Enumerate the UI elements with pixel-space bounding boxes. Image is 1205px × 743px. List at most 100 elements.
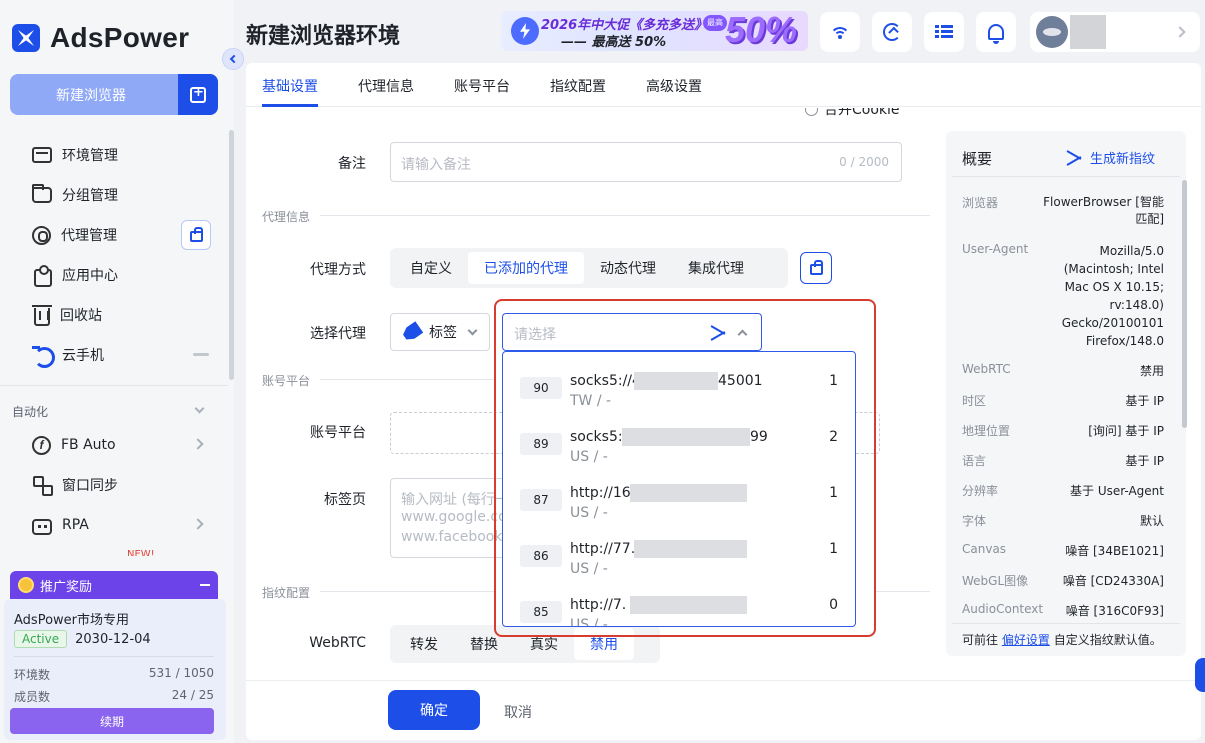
sidebar-item-apps[interactable]: 应用中心 <box>32 260 222 290</box>
card-divider <box>14 656 214 657</box>
proxy-location: TW / - <box>570 393 612 409</box>
promo-header[interactable]: 推广奖励 <box>10 571 218 599</box>
renew-button[interactable]: 续期 <box>10 708 214 734</box>
tab-fingerprint[interactable]: 指纹配置 <box>550 76 606 96</box>
summary-title: 概要 <box>962 150 993 168</box>
startup-tabs-input[interactable]: 输入网址 (每行一 www.google.co www.facebook. <box>390 478 510 558</box>
remark-placeholder: 请输入备注 <box>401 157 471 173</box>
proxy-section-title: 代理信息 <box>262 210 311 224</box>
plan-status-row: Active 2030-12-04 <box>14 630 151 648</box>
proxy-shop-button[interactable] <box>181 220 211 250</box>
chevron-right-icon <box>1174 26 1186 38</box>
proxy-mode-custom[interactable]: 自定义 <box>394 252 468 284</box>
adspower-logo-icon <box>12 24 40 52</box>
lightning-icon <box>511 17 539 45</box>
coin-icon <box>18 577 34 593</box>
sidebar-item-trash[interactable]: 回收站 <box>32 300 222 330</box>
summary-value: 噪音 [34BE1021] <box>1065 544 1164 558</box>
summary-value: FlowerBrowser [智能匹配] <box>1043 195 1164 226</box>
tag-filter-select[interactable]: 标签 <box>390 313 490 351</box>
globe-icon <box>32 225 51 245</box>
task-list-button[interactable] <box>924 12 964 52</box>
webrtc-forward[interactable]: 转发 <box>394 628 454 660</box>
summary-divider <box>952 623 1180 624</box>
promo-banner[interactable]: 2026年中大促《多充多送》 —— 最高送 50% 最高 50% <box>501 11 808 51</box>
robot-icon <box>32 518 52 535</box>
proxy-location: US / - <box>570 561 608 577</box>
page-title: 新建浏览器环境 <box>246 24 401 49</box>
proxy-mode-integrated[interactable]: 集成代理 <box>672 252 760 284</box>
summary-value: [询问] 基于 IP <box>1088 424 1164 438</box>
summary-value: Mozilla/5.0 (Macintosh; Intel Mac OS X 1… <box>1061 244 1164 348</box>
summary-divider <box>952 176 1180 177</box>
collapse-icon[interactable] <box>200 584 210 586</box>
network-button[interactable] <box>820 12 860 52</box>
redacted-mask <box>630 484 747 502</box>
proxy-mode-saved[interactable]: 已添加的代理 <box>468 252 584 284</box>
section-divider <box>876 591 930 592</box>
sync-button[interactable] <box>872 12 912 52</box>
section-divider <box>320 379 496 380</box>
proxy-option[interactable]: 87 http://16 US / - 1 <box>503 484 855 545</box>
sidebar-item-label: FB Auto <box>61 437 116 453</box>
batch-add-button[interactable] <box>178 74 218 115</box>
sidebar-item-window-sync[interactable]: 窗口同步 <box>32 470 222 500</box>
summary-key: WebGL图像 <box>962 574 1029 588</box>
sidebar-item-env[interactable]: 环境管理 <box>32 140 222 170</box>
confirm-button[interactable]: 确定 <box>388 690 480 730</box>
summary-value: 禁用 <box>1139 364 1164 378</box>
proxy-id: 89 <box>520 433 562 455</box>
plan-name: AdsPower市场专用 <box>14 613 129 628</box>
proxy-address: http://7. <box>570 597 627 613</box>
generate-fingerprint-button[interactable]: 生成新指纹 <box>1066 148 1155 167</box>
proxy-address: socks5://4 <box>570 373 641 389</box>
sidebar-item-label: RPA <box>62 517 89 533</box>
list-icon <box>935 25 953 39</box>
remark-char-count: 0 / 2000 <box>839 155 889 169</box>
member-count-value: 24 / 25 <box>171 688 214 702</box>
tab-account-platform[interactable]: 账号平台 <box>454 76 510 96</box>
sidebar-item-label: 回收站 <box>60 308 102 324</box>
sidebar-item-groups[interactable]: 分组管理 <box>32 180 222 210</box>
proxy-address-suffix: 99 <box>750 429 768 445</box>
redacted-mask <box>634 540 747 558</box>
new-browser-button[interactable]: 新建浏览器 <box>10 74 218 115</box>
tab-basic-settings[interactable]: 基础设置 <box>262 76 318 96</box>
tab-advanced[interactable]: 高级设置 <box>646 76 702 96</box>
user-menu[interactable] <box>1030 12 1200 52</box>
facebook-icon: f <box>32 435 51 455</box>
proxy-mode-segmented: 自定义 已添加的代理 动态代理 集成代理 <box>390 248 788 288</box>
remark-input[interactable]: 请输入备注 0 / 2000 <box>390 142 902 182</box>
preferences-link[interactable]: 偏好设置 <box>1002 633 1050 647</box>
proxy-id: 90 <box>520 377 562 399</box>
summary-key: WebRTC <box>962 362 1011 376</box>
startup-tabs-label: 标签页 <box>324 492 366 508</box>
tab-proxy-info[interactable]: 代理信息 <box>358 76 414 96</box>
summary-value: 基于 IP <box>1125 454 1164 468</box>
cloud-phone-icon <box>32 346 55 368</box>
summary-key: 字体 <box>962 514 987 528</box>
refresh-icon <box>883 23 901 41</box>
sidebar-scrollbar[interactable] <box>229 130 234 380</box>
summary-value: 基于 User-Agent <box>1070 484 1164 498</box>
account-platform-label: 账号平台 <box>310 425 366 441</box>
cancel-button[interactable]: 取消 <box>504 702 532 722</box>
expiry-date: 2030-12-04 <box>75 631 151 647</box>
collapse-sidebar-button[interactable] <box>222 48 244 70</box>
proxy-option[interactable]: 90 socks5://4 45001 TW / - 1 <box>503 372 855 433</box>
proxy-option[interactable]: 86 http://77. US / - 1 <box>503 540 855 601</box>
proxy-mode-dynamic[interactable]: 动态代理 <box>584 252 672 284</box>
proxy-option[interactable]: 89 socks5:/ 99 US / - 2 <box>503 428 855 489</box>
new-browser-label: 新建浏览器 <box>56 87 126 104</box>
proxy-address: http://77. <box>570 541 636 557</box>
summary-scrollbar[interactable] <box>1182 180 1187 428</box>
buy-proxy-button[interactable] <box>800 252 832 284</box>
merge-cookie-row[interactable]: 合并Cookie <box>805 108 900 116</box>
expand-indicator <box>193 353 209 356</box>
floating-help-button[interactable] <box>1195 658 1205 692</box>
proxy-option[interactable]: 85 http://7. US / - 0 <box>503 596 855 626</box>
tag-icon <box>401 321 424 343</box>
redacted-mask <box>630 596 747 614</box>
tabs-placeholder-line3: www.facebook. <box>401 529 507 545</box>
notifications-button[interactable] <box>976 12 1016 52</box>
